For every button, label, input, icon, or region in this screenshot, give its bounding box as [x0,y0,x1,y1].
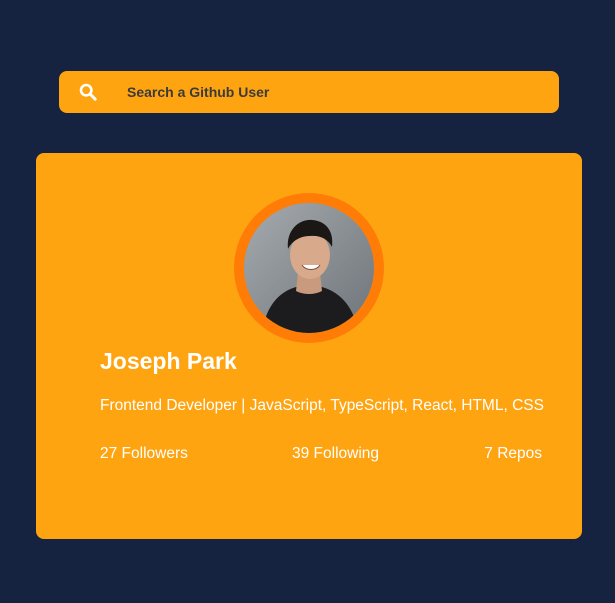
followers-count: 27 Followers [100,445,188,462]
following-count: 39 Following [292,445,380,462]
avatar-ring [234,193,384,343]
search-bar [59,71,559,113]
search-input[interactable] [117,71,537,113]
search-icon[interactable] [79,83,97,101]
user-bio: Frontend Developer | JavaScript, TypeScr… [100,397,544,414]
avatar [244,203,374,333]
user-name: Joseph Park [100,348,237,374]
profile-card: Joseph Park Frontend Developer | JavaScr… [36,153,582,539]
repos-count: 7 Repos [484,445,542,462]
